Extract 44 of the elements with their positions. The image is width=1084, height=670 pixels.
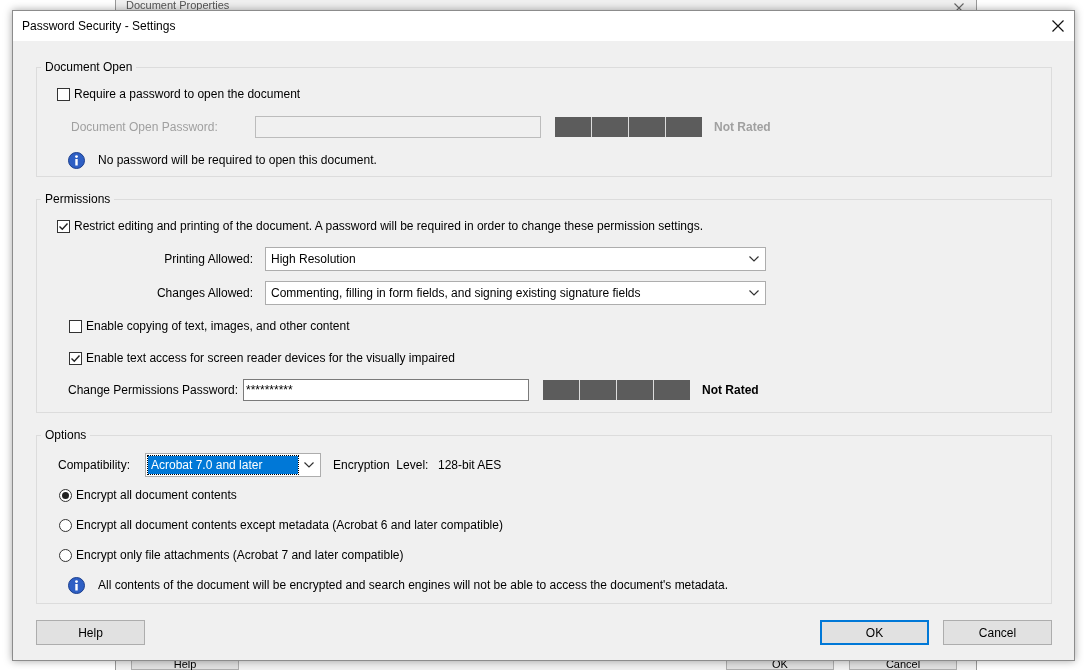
field-label: Changes Allowed: xyxy=(155,286,253,300)
caret-icon xyxy=(749,290,759,296)
window-title: Document Properties xyxy=(126,0,230,10)
checkbox[interactable] xyxy=(69,351,82,365)
caret-icon xyxy=(304,462,314,468)
radio-button[interactable] xyxy=(59,518,72,532)
info-text: All contents of the document will be encrypted and search engines will not be able to access the document's metadata. xyxy=(98,578,728,592)
info-icon xyxy=(68,151,85,169)
radio-label: Encrypt all document contents except metadata (Acrobat 6 and later compatible) xyxy=(76,518,503,532)
encryption-value: 128-bit AES xyxy=(438,458,502,472)
dropdown[interactable]: Acrobat 7.0 and later xyxy=(145,453,321,477)
dialog-button[interactable]: Help xyxy=(36,620,145,645)
checkbox[interactable] xyxy=(57,87,70,101)
strength-label: Not Rated xyxy=(702,383,759,397)
close-icon[interactable] xyxy=(954,3,964,13)
radio-button[interactable] xyxy=(59,488,72,502)
group-title: Permissions xyxy=(41,192,115,206)
password-field[interactable]: ********** xyxy=(243,379,529,401)
checkbox-label: Enable text access for screen reader devices for the visually impaired xyxy=(86,351,455,365)
field-label: Printing Allowed: xyxy=(163,252,253,266)
radio-button[interactable] xyxy=(59,548,72,562)
dropdown[interactable]: High Resolution xyxy=(265,247,766,271)
info-text: No password will be required to open this document. xyxy=(98,153,377,167)
caret-icon xyxy=(749,256,759,262)
checkbox[interactable] xyxy=(57,219,70,233)
group-title: Options xyxy=(41,428,91,442)
radio-label: Encrypt all document contents xyxy=(76,488,237,502)
dialog-button[interactable]: OK xyxy=(820,620,929,645)
checkbox-label: Require a password to open the document xyxy=(74,87,301,101)
field-label: Document Open Password: xyxy=(71,120,219,134)
dropdown[interactable]: Commenting, filling in form fields, and signing existing signature fields xyxy=(265,281,766,305)
field-label: Compatibility: xyxy=(58,458,132,472)
field-label: Encryption Level: xyxy=(333,458,430,472)
checkbox-label: Enable copying of text, images, and other content xyxy=(86,319,350,333)
strength-label: Not Rated xyxy=(714,120,771,134)
group-title: Document Open xyxy=(41,60,137,74)
checkbox[interactable] xyxy=(69,319,82,333)
info-icon xyxy=(68,576,85,594)
close-icon[interactable] xyxy=(1052,20,1064,32)
radio-label: Encrypt only file attachments (Acrobat 7 and later compatible) xyxy=(76,548,404,562)
checkbox-label: Restrict editing and printing of the document. A password will be required in order to change these permission settings. xyxy=(74,219,703,233)
field-label: Change Permissions Password: xyxy=(68,383,240,397)
dialog-button[interactable]: Cancel xyxy=(943,620,1052,645)
window-title: Password Security - Settings xyxy=(22,19,176,33)
